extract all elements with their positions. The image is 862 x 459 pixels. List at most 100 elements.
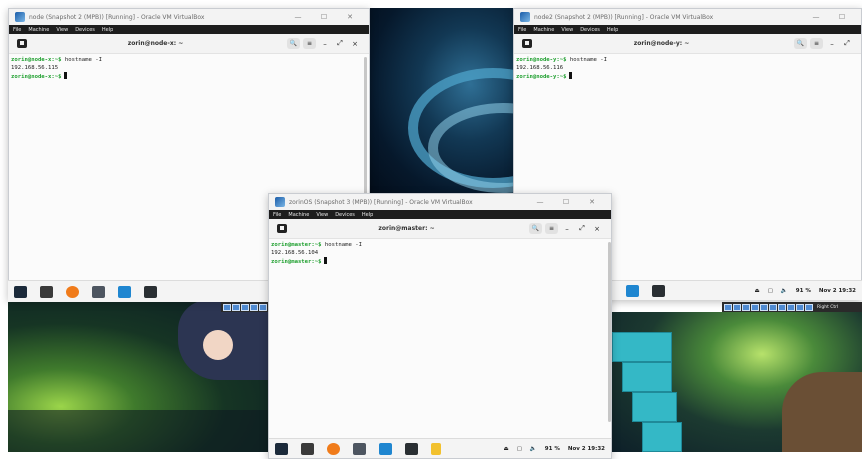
- vm-window-master[interactable]: zorinOS (Snapshot 3 (MPB)) [Running] - O…: [268, 193, 612, 459]
- terminal-app-icon[interactable]: [40, 285, 53, 298]
- menu-file[interactable]: File: [13, 27, 21, 33]
- menu-machine[interactable]: Machine: [533, 27, 554, 33]
- search-button[interactable]: 🔍: [794, 38, 807, 49]
- menu-file[interactable]: File: [518, 27, 526, 33]
- maximize-button[interactable]: ☐: [311, 13, 337, 21]
- close-button[interactable]: ✕: [579, 198, 605, 206]
- firefox-icon[interactable]: [66, 285, 79, 298]
- terminal-output[interactable]: zorin@master:~$ hostname -I 192.168.56.1…: [269, 239, 611, 270]
- terminal-headerbar: zorin@node-x: ~ 🔍 ≡ – ⤢ ×: [9, 34, 369, 54]
- terminal-fullscreen-button[interactable]: ⤢: [841, 39, 853, 48]
- terminal-active-icon[interactable]: [405, 442, 418, 455]
- vbox-menubar: File Machine View Devices Help: [269, 210, 611, 219]
- battery-indicator[interactable]: 91 %: [545, 446, 560, 452]
- search-button[interactable]: 🔍: [287, 38, 300, 49]
- terminal-close-button[interactable]: ×: [591, 225, 603, 233]
- usb-icon[interactable]: [259, 303, 267, 311]
- hamburger-menu-button[interactable]: ≡: [545, 223, 558, 234]
- close-button[interactable]: ✕: [337, 13, 363, 21]
- terminal-minimize-button[interactable]: –: [561, 225, 573, 233]
- menu-machine[interactable]: Machine: [288, 212, 309, 218]
- minimize-button[interactable]: —: [803, 13, 829, 21]
- network-icon[interactable]: [250, 303, 258, 311]
- terminal-active-icon[interactable]: [652, 284, 665, 297]
- guest-screen[interactable]: zorin@master: ~ 🔍 ≡ – ⤢ × zorin@master:~…: [269, 219, 611, 458]
- volume-icon[interactable]: 🔈: [530, 446, 537, 452]
- new-tab-icon[interactable]: [17, 39, 27, 48]
- keyboard-icon[interactable]: [805, 303, 813, 311]
- new-tab-icon[interactable]: [522, 39, 532, 48]
- menu-devices[interactable]: Devices: [580, 27, 600, 33]
- wallpaper-bottom-left: [8, 300, 271, 452]
- terminal-close-button[interactable]: ×: [349, 40, 361, 48]
- zorin-menu-icon[interactable]: [14, 285, 27, 298]
- display-icon[interactable]: ▢: [517, 446, 522, 452]
- search-button[interactable]: 🔍: [529, 223, 542, 234]
- software-icon[interactable]: [379, 442, 392, 455]
- clock[interactable]: Nov 2 19:32: [568, 446, 605, 452]
- guest-taskbar-master: ⏏ ▢ 🔈 91 % Nov 2 19:32: [269, 438, 611, 458]
- vm-titlebar[interactable]: zorinOS (Snapshot 3 (MPB)) [Running] - O…: [269, 194, 611, 210]
- pencil-icon[interactable]: [431, 442, 441, 455]
- menu-help[interactable]: Help: [102, 27, 113, 33]
- terminal-fullscreen-button[interactable]: ⤢: [576, 224, 588, 233]
- optical-icon[interactable]: [733, 303, 741, 311]
- menu-help[interactable]: Help: [607, 27, 618, 33]
- terminal-fullscreen-button[interactable]: ⤢: [334, 39, 346, 48]
- shared-folder-icon[interactable]: [769, 303, 777, 311]
- menu-machine[interactable]: Machine: [28, 27, 49, 33]
- terminal-output[interactable]: zorin@node-x:~$ hostname -I 192.168.56.1…: [9, 54, 369, 85]
- terminal-scrollbar[interactable]: [608, 242, 611, 422]
- maximize-button[interactable]: ☐: [829, 13, 855, 21]
- vm-title: node2 (Snapshot 2 (MPB)) [Running] - Ora…: [534, 13, 714, 21]
- maximize-button[interactable]: ☐: [553, 198, 579, 206]
- eject-icon[interactable]: ⏏: [755, 288, 760, 294]
- prompt: zorin@master:~$: [271, 259, 322, 266]
- software-icon[interactable]: [626, 284, 639, 297]
- minimize-button[interactable]: —: [285, 13, 311, 21]
- files-icon[interactable]: [353, 442, 366, 455]
- display-status-icon[interactable]: [778, 303, 786, 311]
- menu-devices[interactable]: Devices: [75, 27, 95, 33]
- menu-view[interactable]: View: [56, 27, 68, 33]
- usb-icon[interactable]: [760, 303, 768, 311]
- new-tab-icon[interactable]: [277, 224, 287, 233]
- network-icon[interactable]: [751, 303, 759, 311]
- hdd-icon[interactable]: [223, 303, 231, 311]
- terminal-active-icon[interactable]: [144, 285, 157, 298]
- mouse-integration-icon[interactable]: [796, 303, 804, 311]
- audio-icon[interactable]: [742, 303, 750, 311]
- clock[interactable]: Nov 2 19:32: [819, 288, 856, 294]
- terminal-output[interactable]: zorin@node-y:~$ hostname -I 192.168.56.1…: [514, 54, 861, 85]
- optical-icon[interactable]: [232, 303, 240, 311]
- hamburger-menu-button[interactable]: ≡: [810, 38, 823, 49]
- terminal-minimize-button[interactable]: –: [826, 40, 838, 48]
- display-icon[interactable]: ▢: [768, 288, 773, 294]
- firefox-icon[interactable]: [327, 442, 340, 455]
- software-icon[interactable]: [118, 285, 131, 298]
- hamburger-menu-button[interactable]: ≡: [303, 38, 316, 49]
- prompt: zorin@master:~$: [271, 242, 322, 248]
- hdd-icon[interactable]: [724, 303, 732, 311]
- menu-file[interactable]: File: [273, 212, 281, 218]
- minimize-button[interactable]: —: [527, 198, 553, 206]
- terminal-headerbar: zorin@master: ~ 🔍 ≡ – ⤢ ×: [269, 219, 611, 239]
- vm-title: node (Snapshot 2 (MPB)) [Running] - Orac…: [29, 13, 205, 21]
- battery-indicator[interactable]: 91 %: [796, 288, 811, 294]
- files-icon[interactable]: [92, 285, 105, 298]
- vm-titlebar[interactable]: node2 (Snapshot 2 (MPB)) [Running] - Ora…: [514, 9, 861, 25]
- volume-icon[interactable]: 🔈: [781, 288, 788, 294]
- vm-titlebar[interactable]: node (Snapshot 2 (MPB)) [Running] - Orac…: [9, 9, 369, 25]
- menu-help[interactable]: Help: [362, 212, 373, 218]
- zorin-menu-icon[interactable]: [275, 442, 288, 455]
- menu-devices[interactable]: Devices: [335, 212, 355, 218]
- terminal-app-icon[interactable]: [301, 442, 314, 455]
- eject-icon[interactable]: ⏏: [504, 446, 509, 452]
- recording-icon[interactable]: [787, 303, 795, 311]
- guest-taskbar-node-x: [8, 280, 269, 302]
- vbox-status-bar-node-x: [221, 302, 269, 312]
- menu-view[interactable]: View: [561, 27, 573, 33]
- menu-view[interactable]: View: [316, 212, 328, 218]
- terminal-minimize-button[interactable]: –: [319, 40, 331, 48]
- audio-icon[interactable]: [241, 303, 249, 311]
